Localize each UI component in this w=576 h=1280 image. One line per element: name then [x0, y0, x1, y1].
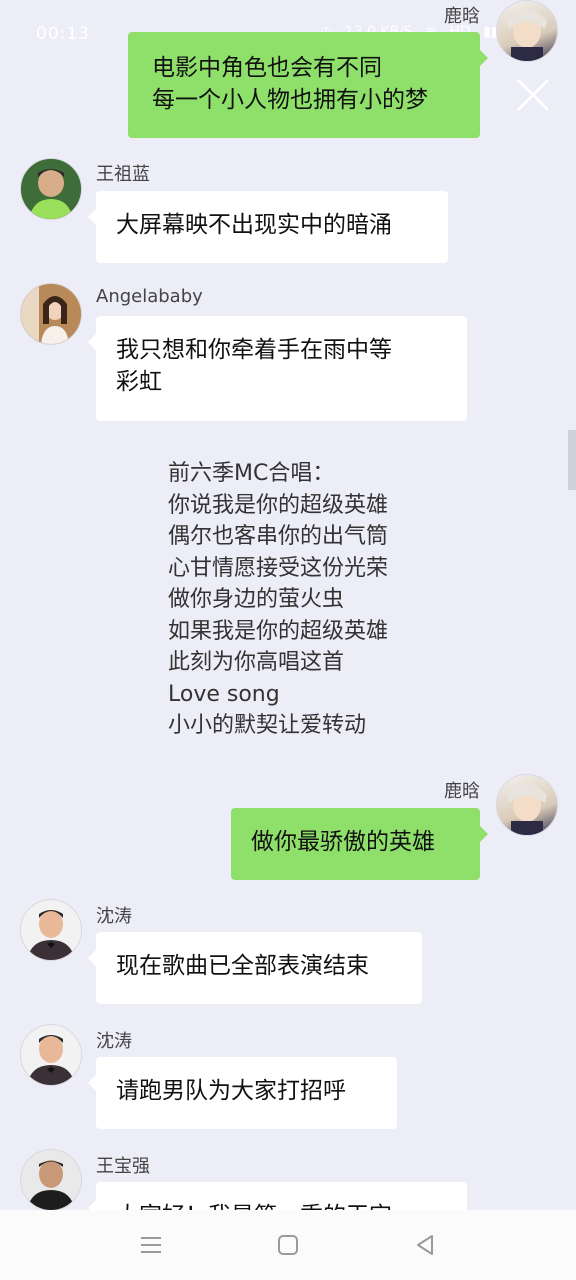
avatar[interactable] — [20, 283, 82, 345]
sender-name: 王宝强 — [96, 1156, 150, 1177]
menu-icon[interactable] — [138, 1232, 164, 1258]
sender-name: Angelababy — [96, 286, 203, 307]
message-text: 做你最骄傲的英雄 — [251, 829, 435, 855]
message-bubble: 我只想和你牵着手在雨中等 彩虹 — [88, 316, 467, 421]
sender-name: 沈涛 — [96, 1031, 132, 1052]
back-icon[interactable] — [412, 1232, 438, 1258]
avatar[interactable] — [496, 0, 558, 62]
avatar-figure — [27, 910, 75, 960]
sender-name: 鹿晗 — [444, 781, 480, 802]
scroll-indicator[interactable] — [568, 430, 576, 490]
sender-name: 鹿晗 — [444, 6, 480, 27]
message-line: 彩虹 — [116, 369, 162, 395]
avatar-figure — [27, 1035, 75, 1085]
avatar[interactable] — [20, 1024, 82, 1086]
avatar-figure — [27, 1160, 75, 1210]
navigation-bar — [0, 1210, 576, 1280]
lyrics-line: Love song — [168, 681, 280, 707]
lyrics-line: 偶尔也客串你的出气筒 — [168, 524, 389, 549]
sender-name: 沈涛 — [96, 906, 132, 927]
avatar[interactable] — [20, 899, 82, 961]
message-text: 大屏幕映不出现实中的暗涌 — [116, 212, 392, 238]
message-line: 每一个小人物也拥有小的梦 — [152, 87, 428, 113]
message-line: 电影中角色也会有不同 — [152, 55, 382, 81]
message-text: 请跑男队为大家打招呼 — [116, 1078, 346, 1104]
sender-name: 王祖蓝 — [96, 164, 150, 185]
message-bubble: 大屏幕映不出现实中的暗涌 — [88, 191, 448, 263]
message-line: 我只想和你牵着手在雨中等 — [116, 337, 392, 363]
status-time: 00:13 — [36, 24, 90, 44]
avatar-figure — [507, 10, 547, 61]
message-bubble: 请跑男队为大家打招呼 — [88, 1057, 397, 1129]
avatar-figure — [21, 284, 81, 344]
avatar-figure — [507, 784, 547, 835]
home-icon[interactable] — [275, 1232, 301, 1258]
avatar[interactable] — [20, 1149, 82, 1211]
lyrics-line: 心甘情愿接受这份光荣 — [168, 555, 389, 581]
lyrics-line: 前六季MC合唱： — [168, 461, 335, 486]
lyrics-line: 小小的默契让爱转动 — [168, 713, 367, 738]
message-bubble: 电影中角色也会有不同 每一个小人物也拥有小的梦 — [128, 32, 488, 138]
lyrics-line: 你说我是你的超级英雄 — [168, 492, 389, 518]
avatar-figure — [21, 159, 81, 219]
message-bubble: 现在歌曲已全部表演结束 — [88, 932, 422, 1004]
lyrics-line: 如果我是你的超级英雄 — [168, 618, 389, 644]
close-icon[interactable] — [514, 76, 552, 114]
message-text: 现在歌曲已全部表演结束 — [116, 953, 369, 979]
avatar[interactable] — [20, 158, 82, 220]
avatar[interactable] — [496, 774, 558, 836]
lyrics-block: 前六季MC合唱： 你说我是你的超级英雄 偶尔也客串你的出气筒 心甘情愿接受这份光… — [168, 458, 388, 742]
message-bubble: 做你最骄傲的英雄 — [231, 808, 488, 880]
lyrics-line: 做你身边的萤火虫 — [168, 587, 345, 612]
lyrics-line: 此刻为你高唱这首 — [168, 650, 345, 675]
